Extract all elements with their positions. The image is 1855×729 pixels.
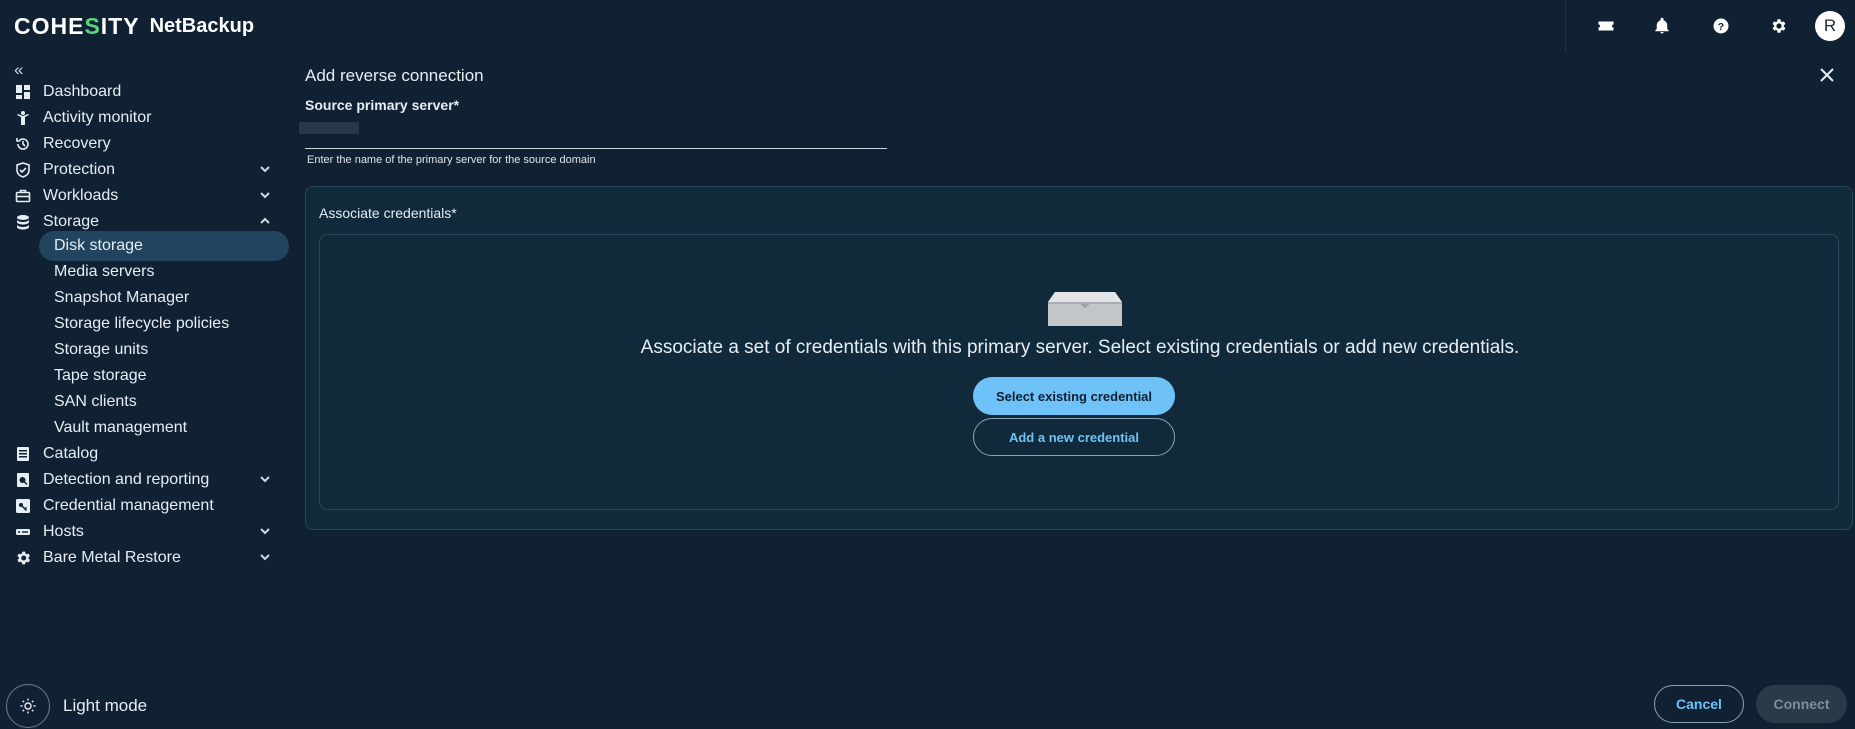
chevron-down-icon <box>258 188 272 202</box>
ticket-icon[interactable] <box>1591 11 1621 41</box>
chevron-down-icon <box>258 162 272 176</box>
brand[interactable]: COHESITY NetBackup <box>14 13 254 40</box>
sidebar-item-label: Storage <box>43 212 100 230</box>
empty-tray-icon <box>1048 292 1122 326</box>
light-mode-label: Light mode <box>63 696 148 715</box>
svg-text:?: ? <box>1718 21 1724 33</box>
sun-icon <box>6 684 50 728</box>
page-title: Add reverse connection <box>305 66 484 85</box>
sidebar-subitem-label: Disk storage <box>54 237 143 254</box>
source-primary-server-hint: Enter the name of the primary server for… <box>307 154 596 166</box>
recovery-icon <box>15 136 31 152</box>
sidebar-subitem-label: Storage lifecycle policies <box>54 315 230 332</box>
close-icon[interactable] <box>1817 65 1837 85</box>
server-icon <box>15 524 31 540</box>
sidebar-subitem-label: Media servers <box>54 263 155 280</box>
sidebar-item-label: Dashboard <box>43 82 122 100</box>
sidebar-item-label: Catalog <box>43 444 99 462</box>
sidebar-item-label: Detection and reporting <box>43 470 210 488</box>
catalog-icon <box>15 446 31 462</box>
chevron-up-icon <box>258 214 272 228</box>
activity-icon <box>15 110 31 126</box>
redacted-value <box>299 122 359 134</box>
connect-button[interactable]: Connect <box>1756 685 1847 723</box>
sidebar-item-label: Recovery <box>43 134 111 152</box>
associate-credentials-section: Associate credentials* Associate a set o… <box>305 186 1853 530</box>
sidebar-item-label: Workloads <box>43 186 119 204</box>
sidebar-subitem-label: Snapshot Manager <box>54 289 190 306</box>
chevron-down-icon <box>258 550 272 564</box>
sidebar-subitem-label: Tape storage <box>54 367 147 384</box>
database-icon <box>15 214 31 230</box>
main-panel: Add reverse connection Source primary se… <box>295 52 1855 729</box>
dashboard-icon <box>15 84 31 100</box>
light-mode-toggle[interactable]: Light mode <box>6 684 147 728</box>
product-name: NetBackup <box>149 14 255 37</box>
select-existing-credential-button[interactable]: Select existing credential <box>973 377 1175 415</box>
empty-state-message: Associate a set of credentials with this… <box>640 337 1520 358</box>
sidebar: « Dashboard Activity monitor Recovery Pr… <box>0 52 295 729</box>
sidebar-subitem-label: SAN clients <box>54 393 137 410</box>
chevron-down-icon <box>258 524 272 538</box>
top-bar: COHESITY NetBackup ? R <box>0 0 1855 52</box>
cohesity-logo: COHESITY <box>14 12 140 39</box>
report-icon <box>15 472 31 488</box>
shield-icon <box>15 161 31 178</box>
add-new-credential-button[interactable]: Add a new credential <box>973 418 1175 456</box>
sidebar-item-label: Protection <box>43 160 116 178</box>
bell-icon[interactable] <box>1647 11 1677 41</box>
sidebar-subitem-label: Storage units <box>54 341 149 358</box>
source-primary-server-input[interactable] <box>305 117 887 149</box>
sidebar-item-label: Bare Metal Restore <box>43 548 181 566</box>
sidebar-subitem-label: Vault management <box>54 419 188 436</box>
sidebar-item-label: Credential management <box>43 496 214 514</box>
gear-icon[interactable] <box>1764 11 1794 41</box>
topbar-divider <box>1565 0 1566 52</box>
key-icon <box>15 498 31 514</box>
sidebar-item-label: Hosts <box>43 522 84 540</box>
associate-credentials-title: Associate credentials* <box>319 205 457 221</box>
cancel-button[interactable]: Cancel <box>1654 685 1744 723</box>
user-avatar[interactable]: R <box>1815 11 1845 41</box>
help-icon[interactable]: ? <box>1706 11 1736 41</box>
sidebar-item-bare-metal-restore[interactable]: Bare Metal Restore <box>0 542 295 573</box>
sidebar-item-label: Activity monitor <box>43 108 152 126</box>
chevron-down-icon <box>258 472 272 486</box>
source-primary-server-label: Source primary server* <box>305 97 460 113</box>
briefcase-icon <box>15 188 31 204</box>
empty-state: Associate a set of credentials with this… <box>319 234 1839 510</box>
cog-icon <box>15 550 31 566</box>
